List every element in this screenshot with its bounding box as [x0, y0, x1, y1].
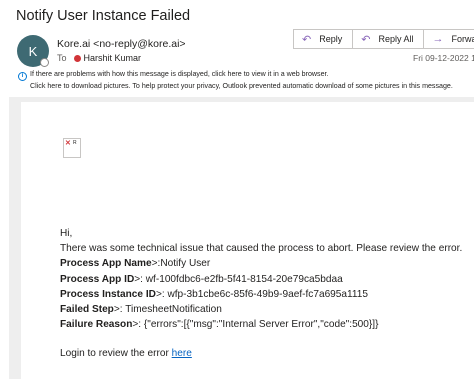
info-bar-line-pictures[interactable]: Click here to download pictures. To help… — [18, 81, 453, 92]
sender-name[interactable]: Kore.ai <no-reply@kore.ai> — [57, 38, 186, 50]
forward-button[interactable]: → Forward — [423, 29, 474, 49]
greeting: Hi, — [60, 228, 73, 239]
reply-label: Reply — [319, 34, 343, 44]
recipient-name[interactable]: Harshit Kumar — [84, 53, 142, 63]
reply-icon: ↶ — [302, 33, 312, 46]
recipient-presence-icon — [73, 54, 81, 62]
field-failed-step: Failed Step>: TimesheetNotification — [60, 304, 222, 316]
login-link[interactable]: here — [172, 348, 192, 359]
message-text: Hi, There was some technical issue that … — [60, 226, 462, 362]
field-process-instance-id: Process Instance ID>: wfp-3b1cbe6c-85f6-… — [60, 288, 368, 300]
intro-text: There was some technical issue that caus… — [60, 243, 463, 255]
info-line1-text: If there are problems with how this mess… — [30, 70, 329, 78]
message-actions: ↶ Reply ↶ Reply All → Forward — [293, 29, 474, 49]
field-failure-reason: Failure Reason>: {"errors":[{"msg":"Inte… — [60, 319, 379, 331]
info-icon: i — [18, 72, 27, 81]
to-label: To — [57, 53, 67, 63]
reply-all-label: Reply All — [378, 34, 414, 44]
reply-all-icon: ↶ — [361, 33, 371, 46]
broken-image-placeholder[interactable]: ✕ R — [63, 138, 81, 158]
recipients-row: To Harshit Kumar — [57, 53, 141, 63]
received-date: Fri 09-12-2022 1 — [413, 53, 474, 63]
login-text: Login to review the error — [60, 348, 172, 360]
info-bar-line-browser[interactable]: i If there are problems with how this mes… — [18, 69, 453, 81]
forward-icon: → — [432, 33, 444, 45]
reply-button[interactable]: ↶ Reply — [293, 29, 354, 49]
broken-image-alt-text: R — [73, 140, 77, 146]
avatar-initial: K — [28, 43, 38, 59]
field-process-app-name: Process App Name>:Notify User — [60, 258, 211, 270]
field-process-app-id: Process App ID>: wf-100fdbc6-e2fb-5f41-8… — [60, 273, 343, 285]
forward-label: Forward — [451, 34, 474, 44]
info-bar[interactable]: i If there are problems with how this mes… — [18, 69, 453, 92]
broken-image-icon: ✕ — [65, 140, 71, 147]
reply-all-button[interactable]: ↶ Reply All — [352, 29, 425, 49]
login-line: Login to review the error here — [60, 346, 462, 361]
email-subject: Notify User Instance Failed — [16, 8, 191, 24]
presence-status-icon — [40, 58, 49, 67]
